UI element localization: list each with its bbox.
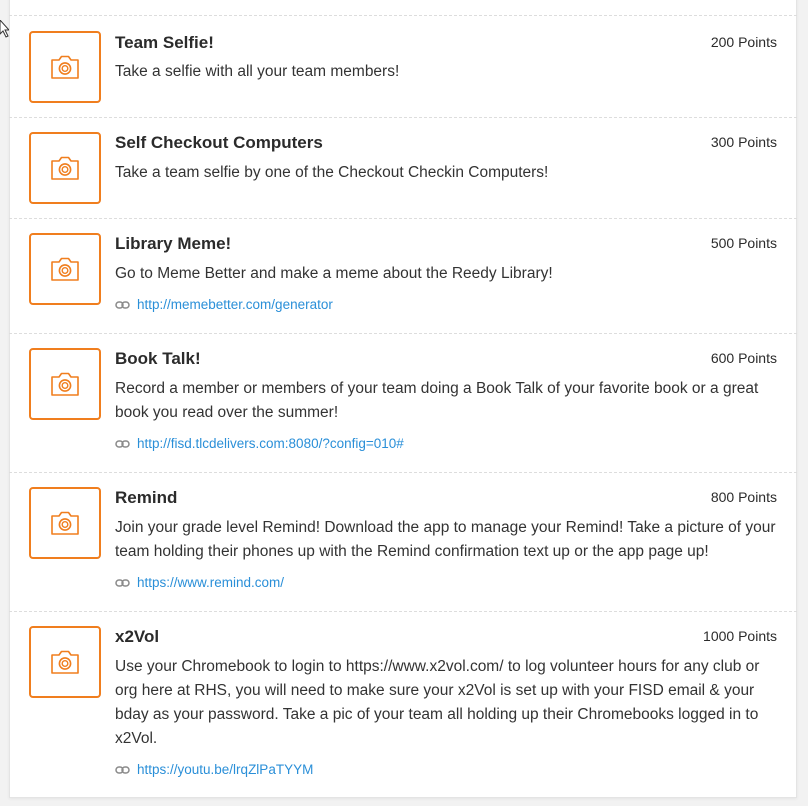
camera-icon [51,257,79,281]
camera-icon [51,650,79,674]
challenge-description: Take a selfie with all your team members… [115,63,400,80]
challenge-link-text[interactable]: https://youtu.be/lrqZlPaTYYM [137,762,313,777]
challenge-points: 1000 Points [703,628,777,644]
challenge-item[interactable]: x2Vol 1000 Points Use your Chromebook to… [9,612,797,798]
challenge-link-text[interactable]: https://www.remind.com/ [137,575,284,590]
challenge-thumbnail[interactable] [29,626,101,698]
challenge-item[interactable]: Library Meme! 500 Points Go to Meme Bett… [9,219,797,334]
challenge-description: Record a member or members of your team … [115,380,759,421]
link-icon [115,765,130,774]
camera-icon [51,511,79,535]
camera-icon [51,55,79,79]
challenge-thumbnail[interactable] [29,348,101,420]
challenge-title[interactable]: Remind [115,488,177,508]
challenge-link[interactable]: https://www.remind.com/ [115,575,284,590]
camera-icon [51,372,79,396]
challenge-description: Use your Chromebook to login to https://… [115,658,760,747]
challenge-link[interactable]: https://youtu.be/lrqZlPaTYYM [115,762,313,777]
link-icon [115,578,130,587]
challenge-thumbnail[interactable] [29,31,101,103]
challenge-points: 800 Points [710,489,777,505]
challenge-thumbnail[interactable] [29,132,101,204]
challenge-thumbnail[interactable] [29,487,101,559]
challenge-description: Join your grade level Remind! Download t… [115,519,776,560]
challenge-link[interactable]: http://fisd.tlcdelivers.com:8080/?config… [115,436,404,451]
challenge-item[interactable]: Team Selfie! 200 Points Take a selfie wi… [9,16,797,118]
challenge-points: 600 Points [710,350,777,366]
challenge-link-text[interactable]: http://memebetter.com/generator [137,297,333,312]
challenge-item[interactable]: Self Checkout Computers 300 Points Take … [9,118,797,219]
challenge-title[interactable]: Library Meme! [115,234,231,254]
challenge-link-text[interactable]: http://fisd.tlcdelivers.com:8080/?config… [137,436,404,451]
challenge-title[interactable]: Team Selfie! [115,33,214,53]
challenge-item[interactable]: Remind 800 Points Join your grade level … [9,473,797,612]
camera-icon [51,156,79,180]
challenge-item[interactable]: Book Talk! 600 Points Record a member or… [9,334,797,473]
challenge-link[interactable]: http://memebetter.com/generator [115,297,333,312]
challenge-points: 500 Points [710,235,777,251]
challenge-description: Go to Meme Better and make a meme about … [115,265,553,282]
challenge-thumbnail[interactable] [29,233,101,305]
challenge-title[interactable]: Self Checkout Computers [115,133,323,153]
challenge-title[interactable]: x2Vol [115,627,159,647]
link-icon [115,300,130,309]
challenge-points: 200 Points [710,34,777,50]
link-icon [115,439,130,448]
challenge-title[interactable]: Book Talk! [115,349,201,369]
challenge-points: 300 Points [710,134,777,150]
challenge-description: Take a team selfie by one of the Checkou… [115,164,549,181]
